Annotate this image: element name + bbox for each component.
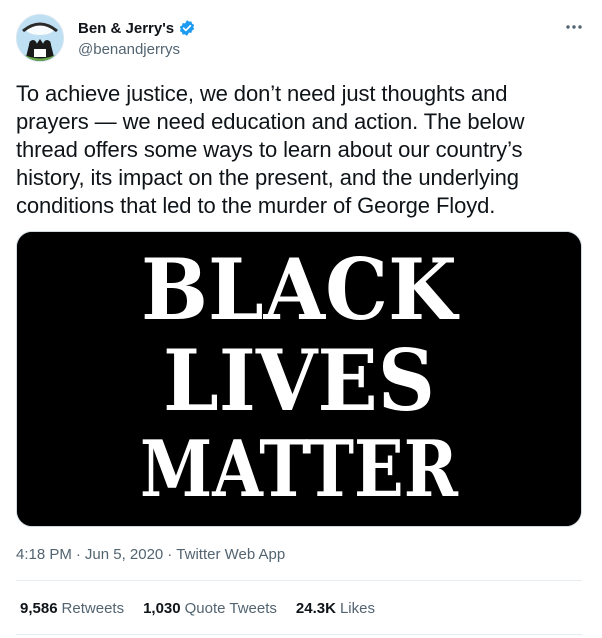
quote-tweets-stat[interactable]: 1,030 Quote Tweets — [143, 600, 277, 617]
black-lives-matter-graphic: BLACK LIVES MATTER — [17, 232, 581, 526]
tweet-text-line: thread offers some ways to learn about o… — [16, 137, 523, 162]
quote-tweets-count: 1,030 — [143, 600, 181, 617]
avatar[interactable] — [16, 14, 64, 62]
tweet-header: Ben & Jerry's @benandjerrys — [16, 14, 586, 64]
tweet-source[interactable]: Twitter Web App — [176, 546, 285, 563]
display-name[interactable]: Ben & Jerry's — [78, 20, 174, 37]
tweet-text-line: history, its impact on the present, and … — [16, 165, 519, 190]
tweet-text-line: To achieve justice, we don’t need just t… — [16, 81, 508, 106]
tweet-card: Ben & Jerry's @benandjerrys To achieve j… — [0, 0, 602, 638]
display-name-row: Ben & Jerry's — [78, 18, 196, 38]
likes-count: 24.3K — [295, 600, 336, 617]
timestamp-separator: · — [167, 546, 173, 563]
tweet-media-image[interactable]: BLACK LIVES MATTER — [16, 231, 582, 527]
verified-badge-icon — [178, 19, 196, 37]
account-names: Ben & Jerry's @benandjerrys — [78, 18, 196, 58]
tweet-stats: 9,586 Retweets 1,030 Quote Tweets 24.3K … — [20, 600, 394, 617]
retweets-count: 9,586 — [20, 600, 58, 617]
quote-tweets-label: Quote Tweets — [184, 600, 277, 617]
account-handle[interactable]: @benandjerrys — [78, 41, 196, 58]
more-options-icon[interactable] — [562, 18, 586, 36]
divider — [16, 634, 582, 635]
tweet-text-line: conditions that led to the murder of Geo… — [16, 193, 496, 218]
tweet-date[interactable]: Jun 5, 2020 — [85, 546, 163, 563]
ben-and-jerrys-logo-icon — [17, 15, 63, 61]
retweets-stat[interactable]: 9,586 Retweets — [20, 600, 124, 617]
media-text-line: BLACK — [141, 240, 460, 339]
likes-label: Likes — [339, 600, 375, 617]
divider — [16, 580, 582, 581]
media-text-line: MATTER — [140, 424, 459, 515]
tweet-timestamp: 4:18 PM · Jun 5, 2020 · Twitter Web App — [16, 546, 285, 563]
tweet-time[interactable]: 4:18 PM — [16, 546, 72, 563]
likes-stat[interactable]: 24.3K Likes — [296, 600, 375, 617]
tweet-text: To achieve justice, we don’t need just t… — [16, 80, 586, 220]
retweets-label: Retweets — [61, 600, 125, 617]
media-text-line: LIVES — [163, 331, 435, 430]
timestamp-separator: · — [75, 546, 81, 563]
tweet-text-line: prayers — we need education and action. … — [16, 109, 525, 134]
